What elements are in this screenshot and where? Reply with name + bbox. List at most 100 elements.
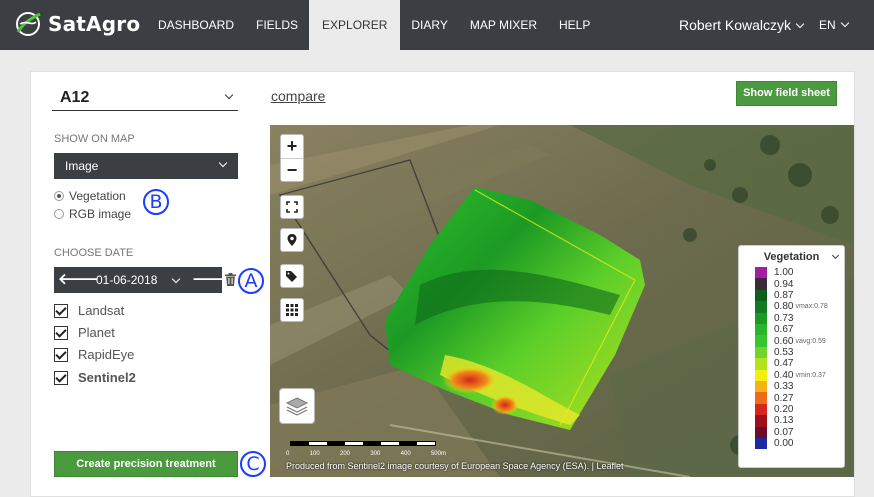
choose-date-label: Choose date: [54, 247, 134, 259]
zoom-controls: + −: [280, 134, 304, 182]
legend-value: 0.33: [774, 381, 794, 393]
radio-vegetation[interactable]: Vegetation: [54, 189, 126, 203]
legend-value: 1.00: [774, 267, 794, 279]
legend-row: 0.67: [755, 324, 794, 336]
chevron-down-icon[interactable]: [831, 251, 840, 260]
map-scale-labels: 0 100 200 300 400 500m: [286, 451, 446, 457]
radio-button[interactable]: [54, 209, 64, 219]
legend-value: 0.20: [774, 403, 794, 415]
show-on-map-label: Show on map: [54, 133, 135, 145]
legend-swatch: [755, 403, 767, 416]
fullscreen-icon: [286, 201, 298, 213]
checkbox[interactable]: [54, 303, 68, 318]
main-nav: Dashboard Fields Explorer Diary Map Mixe…: [147, 0, 601, 50]
legend-value: 0.87: [774, 289, 794, 301]
legend-row: 0.27: [755, 392, 794, 404]
chevron-down-icon[interactable]: [171, 274, 181, 284]
trash-icon[interactable]: [225, 273, 236, 286]
field-select-value: A12: [60, 89, 90, 106]
top-navbar: SatAgro Dashboard Fields Explorer Diary …: [0, 0, 874, 50]
radio-label: Vegetation: [69, 189, 126, 203]
legend-row: 0.47: [755, 358, 793, 370]
layer-type-select[interactable]: Image: [54, 153, 238, 179]
nav-explorer[interactable]: Explorer: [309, 0, 401, 50]
radio-rgb-image[interactable]: RGB image: [54, 207, 131, 221]
tags-icon: [286, 271, 297, 282]
checkbox[interactable]: [54, 370, 68, 385]
legend-row: 0.07: [755, 426, 793, 438]
nav-fields[interactable]: Fields: [245, 0, 309, 50]
field-select[interactable]: A12: [52, 86, 238, 111]
chevron-down-icon: [795, 19, 805, 29]
legend-value: 0.27: [774, 392, 794, 404]
source-sentinel2[interactable]: Sentinel2: [54, 370, 136, 385]
legend-value: 0.94: [774, 278, 794, 290]
fullscreen-button[interactable]: [280, 195, 304, 219]
legend-swatch: [755, 278, 767, 290]
legend-swatch: [755, 346, 767, 359]
chevron-down-icon: [218, 158, 228, 168]
layer-type-value: Image: [65, 159, 99, 173]
source-planet[interactable]: Planet: [54, 325, 115, 340]
compare-link[interactable]: compare: [271, 88, 325, 104]
legend-value: 0.73: [774, 312, 794, 324]
legend-marker: vmin:0.37: [795, 371, 826, 379]
scale-label: 300: [370, 451, 381, 457]
user-name: Robert Kowalczyk: [679, 17, 792, 33]
layers-button[interactable]: [279, 388, 315, 424]
nav-diary[interactable]: Diary: [400, 0, 458, 50]
legend-value: 0.53: [774, 346, 794, 358]
checkbox[interactable]: [54, 347, 68, 362]
legend-value: 0.00: [774, 438, 794, 450]
legend-row: 0.00: [755, 438, 794, 450]
brand-name: SatAgro: [48, 12, 141, 36]
radio-button[interactable]: [54, 191, 64, 201]
legend-row: 0.20: [755, 403, 794, 416]
legend-swatch: [755, 358, 767, 370]
chevron-down-icon: [224, 90, 234, 100]
legend-row: 0.13: [755, 415, 793, 427]
prev-date-button[interactable]: 🡐: [58, 267, 98, 293]
language-menu[interactable]: EN: [819, 0, 849, 50]
nav-map-mixer[interactable]: Map Mixer: [459, 0, 548, 50]
user-menu[interactable]: Robert Kowalczyk: [679, 0, 805, 50]
create-precision-treatment-button[interactable]: Create precision treatment: [54, 451, 238, 477]
scale-label: 100: [309, 451, 320, 457]
date-picker: 🡐 01-06-2018 🡒: [54, 267, 232, 293]
show-field-sheet-button[interactable]: Show field sheet: [736, 81, 837, 106]
legend-swatch: [755, 369, 767, 381]
language-code: EN: [819, 18, 836, 32]
brand-logo[interactable]: SatAgro: [14, 10, 140, 38]
chevron-down-icon: [840, 18, 849, 28]
scale-label: 400: [400, 451, 411, 457]
zoom-in-button[interactable]: +: [281, 135, 303, 159]
legend-swatch: [755, 335, 767, 347]
scale-label: 0: [286, 451, 290, 457]
checkbox[interactable]: [54, 325, 68, 340]
source-landsat[interactable]: Landsat: [54, 303, 124, 318]
legend-value: 0.60: [774, 335, 794, 347]
date-value[interactable]: 01-06-2018: [96, 267, 157, 293]
callout-b: B: [143, 189, 169, 215]
source-label: Planet: [78, 325, 115, 340]
legend-marker: vavg:0.59: [795, 337, 826, 345]
tags-button[interactable]: [280, 264, 304, 288]
legend-value: 0.67: [774, 324, 794, 336]
locate-button[interactable]: [280, 228, 304, 252]
nav-help[interactable]: Help: [548, 0, 601, 50]
map-attribution: Produced from Sentinel2 image courtesy o…: [286, 461, 624, 471]
legend-value: 0.40: [774, 369, 794, 381]
grid-button[interactable]: [280, 298, 304, 322]
source-rapideye[interactable]: RapidEye: [54, 347, 134, 362]
legend-row: 0.53: [755, 346, 794, 359]
layers-icon: [285, 397, 309, 416]
legend-title[interactable]: Vegetation: [739, 251, 844, 263]
map-scale-bar: [290, 441, 436, 446]
legend-row: 1.00: [755, 267, 794, 279]
radio-label: RGB image: [69, 207, 132, 221]
zoom-out-button[interactable]: −: [281, 159, 303, 183]
next-date-button[interactable]: 🡒: [192, 267, 232, 293]
legend-swatch: [755, 289, 767, 302]
nav-dashboard[interactable]: Dashboard: [147, 0, 245, 50]
source-label: RapidEye: [78, 347, 135, 362]
